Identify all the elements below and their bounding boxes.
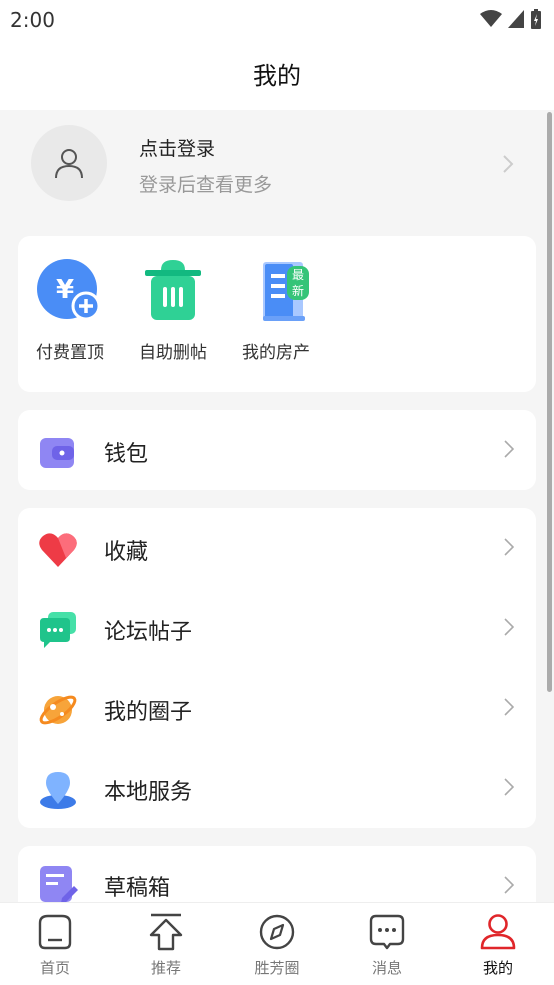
page-header: 我的 xyxy=(0,38,554,110)
menu-item-label: 草稿箱 xyxy=(104,876,171,901)
tab-label: 胜芳圈 xyxy=(254,959,300,977)
user-avatar-icon xyxy=(55,149,83,179)
menu-item-favorites[interactable]: 收藏 xyxy=(18,508,536,588)
location-user-icon xyxy=(40,772,76,809)
quick-actions-card: ¥ 付费置顶 自助删帖 最新 我的房产 xyxy=(18,236,536,392)
signal-icon xyxy=(508,10,524,28)
quick-item-pay-top[interactable]: ¥ 付费置顶 xyxy=(18,258,122,363)
tab-shengfang-circle[interactable]: 胜芳圈 xyxy=(227,913,327,978)
wallet-icon xyxy=(40,438,74,468)
quick-item-delete-post[interactable]: 自助删帖 xyxy=(121,258,225,363)
status-bar: 2:00 xyxy=(0,0,554,38)
heart-icon xyxy=(39,533,77,567)
tab-messages[interactable]: 消息 xyxy=(337,913,437,978)
chat-icon xyxy=(40,612,76,648)
planet-icon xyxy=(39,695,77,725)
tab-home[interactable]: 首页 xyxy=(5,913,105,978)
chevron-right-icon xyxy=(504,778,514,796)
menu-item-my-circle[interactable]: 我的圈子 xyxy=(18,668,536,748)
quick-item-label: 自助删帖 xyxy=(139,343,207,363)
message-icon xyxy=(369,914,405,950)
chevron-right-icon xyxy=(503,155,514,173)
tab-mine[interactable]: 我的 xyxy=(448,913,548,978)
menu-card: 收藏 论坛帖子 我的圈子 本地服务 xyxy=(18,508,536,828)
chevron-right-icon xyxy=(504,440,514,458)
menu-item-label: 本地服务 xyxy=(104,780,193,805)
quick-item-label: 付费置顶 xyxy=(36,343,104,363)
menu-item-label: 收藏 xyxy=(104,540,149,565)
person-icon xyxy=(480,914,516,950)
svg-text:¥: ¥ xyxy=(56,275,74,305)
tab-label: 消息 xyxy=(371,959,402,977)
upload-arrow-icon xyxy=(149,913,183,951)
status-time: 2:00 xyxy=(10,8,55,32)
battery-icon xyxy=(531,9,541,29)
compass-icon xyxy=(259,914,295,950)
tab-label: 我的 xyxy=(482,959,513,977)
tab-label: 推荐 xyxy=(150,959,181,977)
building-icon xyxy=(263,262,305,321)
scrollbar[interactable] xyxy=(547,112,552,692)
trash-icon xyxy=(145,260,201,320)
login-section[interactable]: 点击登录 登录后查看更多 xyxy=(0,110,554,226)
chevron-right-icon xyxy=(504,876,514,894)
quick-item-my-property[interactable]: 最新 我的房产 xyxy=(224,258,328,363)
pay-top-icon: ¥ xyxy=(37,259,101,321)
wifi-icon xyxy=(480,10,502,27)
new-badge: 最新 xyxy=(287,266,310,300)
menu-item-label: 我的圈子 xyxy=(104,700,193,725)
tab-recommend[interactable]: 推荐 xyxy=(116,913,216,978)
menu-item-label: 论坛帖子 xyxy=(104,620,193,645)
avatar[interactable] xyxy=(31,125,107,201)
chevron-right-icon xyxy=(504,618,514,636)
home-icon xyxy=(38,914,72,950)
menu-item-forum-posts[interactable]: 论坛帖子 xyxy=(18,588,536,668)
chevron-right-icon xyxy=(504,538,514,556)
chevron-right-icon xyxy=(504,698,514,716)
login-subtitle: 登录后查看更多 xyxy=(139,174,273,196)
draft-icon xyxy=(40,866,78,903)
menu-item-wallet[interactable]: 钱包 xyxy=(18,410,536,490)
quick-item-label: 我的房产 xyxy=(242,343,310,363)
menu-item-label: 钱包 xyxy=(104,442,149,467)
login-title[interactable]: 点击登录 xyxy=(139,134,215,161)
bottom-tab-bar: 首页 推荐 胜芳圈 消息 我的 xyxy=(0,902,554,985)
status-icons xyxy=(480,8,542,30)
menu-item-local-services[interactable]: 本地服务 xyxy=(18,748,536,828)
tab-label: 首页 xyxy=(39,959,70,977)
wallet-card: 钱包 xyxy=(18,410,536,490)
page-title: 我的 xyxy=(253,62,301,90)
